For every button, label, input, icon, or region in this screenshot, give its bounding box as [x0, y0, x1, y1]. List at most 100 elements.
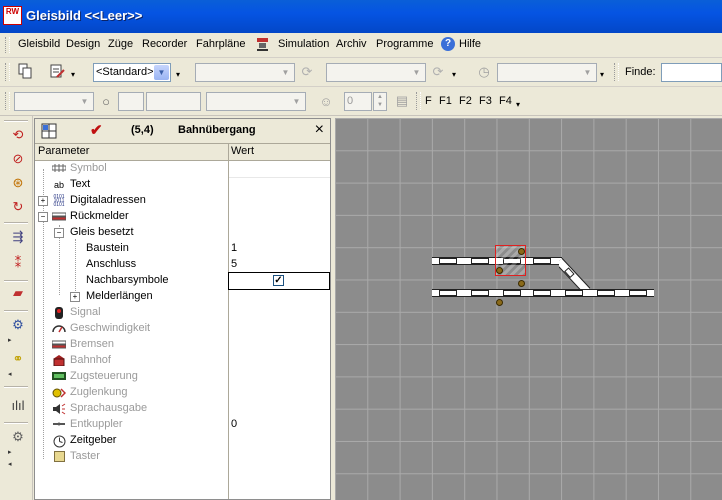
toolbar-grip[interactable] — [5, 63, 10, 81]
copy-icon[interactable] — [16, 62, 34, 80]
tree-row-sprachausgabe[interactable]: Sprachausgabe — [35, 401, 330, 417]
tree-row-text[interactable]: ab Text — [35, 177, 330, 194]
chevron-down-icon[interactable]: ▾ — [452, 70, 456, 79]
chevron-down-icon[interactable]: ▼ — [154, 65, 169, 80]
toolbar-grip[interactable] — [416, 92, 421, 110]
menu-zuege[interactable]: Züge — [108, 38, 133, 50]
chevron-down-icon[interactable]: ▼ — [77, 94, 92, 109]
tree-row-baustein[interactable]: Baustein 1 — [35, 241, 330, 257]
menu-fahrplaene[interactable]: Fahrpläne — [196, 38, 246, 50]
menu-hilfe[interactable]: Hilfe — [459, 38, 481, 50]
combo-2[interactable]: ▼ — [326, 63, 426, 82]
style-combo[interactable]: <Standard> ▼ — [93, 63, 171, 82]
feedback-contact-icon[interactable] — [496, 267, 503, 274]
tree-row-zeitgeber[interactable]: Zeitgeber — [35, 433, 330, 449]
locomotive-icon[interactable]: ⚙ — [9, 316, 27, 334]
tree-row-bahnhof[interactable]: Bahnhof — [35, 353, 330, 369]
feedback-contact-icon[interactable] — [518, 280, 525, 287]
spin-buttons[interactable]: ▲ ▼ — [373, 92, 387, 111]
train-icon[interactable]: ⇶ — [9, 228, 27, 246]
collapse-icon[interactable]: − — [54, 228, 64, 238]
value-cell[interactable] — [229, 257, 330, 273]
contacts-icon[interactable]: ⚭ — [9, 350, 27, 368]
tree-row-anschluss[interactable]: Anschluss 5 — [35, 257, 330, 273]
column-header-parameter[interactable]: Parameter — [38, 145, 89, 157]
menu-gleisbild[interactable]: Gleisbild — [18, 38, 60, 50]
combo-5[interactable]: ▼ — [206, 92, 306, 111]
tree-row-melderlaengen[interactable]: + Melderlängen — [35, 289, 330, 305]
nachbarsymbole-cell[interactable]: ✓ — [228, 272, 330, 290]
chevron-down-icon[interactable]: ▼ — [278, 65, 293, 80]
expand-icon[interactable]: + — [38, 196, 48, 206]
tree-row-bremsen[interactable]: Bremsen — [35, 337, 330, 353]
chevron-left-icon[interactable]: ◂ — [8, 370, 12, 378]
value-cell[interactable] — [229, 241, 330, 257]
find-input[interactable] — [661, 63, 722, 82]
fkey-f1[interactable]: F1 — [439, 95, 452, 107]
redo-icon[interactable]: ⟳ — [429, 63, 447, 81]
chevron-down-icon[interactable]: ▼ — [580, 65, 595, 80]
gear-icon[interactable]: ⚙ — [9, 428, 27, 446]
person-icon[interactable]: ☺ — [317, 92, 335, 110]
eraser-icon[interactable]: ▰ — [9, 284, 27, 302]
chevron-right-icon[interactable]: ▸ — [8, 336, 12, 344]
track-diagram-canvas[interactable] — [335, 118, 722, 500]
tree-row-zuglenkung[interactable]: Zuglenkung — [35, 385, 330, 401]
chevron-down-icon[interactable]: ▾ — [176, 70, 180, 79]
tree-row-digitaladressen[interactable]: + 0101 1011 0101 Digitaladressen — [35, 193, 330, 209]
chevron-left-icon[interactable]: ◂ — [8, 460, 12, 468]
field-2[interactable] — [146, 92, 201, 111]
track-segment-diagonal[interactable] — [555, 257, 593, 295]
collapse-icon[interactable]: − — [38, 212, 48, 222]
fkey-f2[interactable]: F2 — [459, 95, 472, 107]
toolbar-grip[interactable] — [5, 92, 10, 110]
spin-field[interactable]: 0 — [344, 92, 372, 111]
feedback-contact-icon[interactable] — [496, 299, 503, 306]
chevron-right-icon[interactable]: ▸ — [8, 448, 12, 456]
chevron-down-icon[interactable]: ▾ — [71, 70, 75, 79]
fkey-f[interactable]: F — [425, 95, 432, 107]
expand-icon[interactable]: + — [70, 292, 80, 302]
tree-row-taster[interactable]: Taster — [35, 449, 330, 465]
reset-icon[interactable]: ↻ — [9, 198, 27, 216]
tree-row-signal[interactable]: Signal — [35, 305, 330, 321]
grid-icon[interactable] — [41, 123, 57, 139]
combo-4[interactable]: ▼ — [14, 92, 94, 111]
chevron-down-icon[interactable]: ▾ — [600, 70, 604, 79]
menu-simulation[interactable]: Simulation — [278, 38, 329, 50]
toolbar-grip[interactable] — [614, 63, 619, 81]
circle-icon[interactable]: ○ — [97, 92, 115, 110]
no-entry-icon[interactable]: ⊘ — [9, 150, 27, 168]
tree-row-entkuppler[interactable]: Entkuppler 0 — [35, 417, 330, 433]
turnout-icon[interactable]: ⟲ — [9, 126, 27, 144]
menu-recorder[interactable]: Recorder — [142, 38, 187, 50]
signal-toggle-icon[interactable]: ⁑ — [9, 254, 27, 272]
route-lock-icon[interactable]: ⊛ — [9, 174, 27, 192]
combo-1[interactable]: ▼ — [195, 63, 295, 82]
text-value-cell[interactable] — [229, 177, 330, 194]
ruler-icon[interactable]: ▤ — [393, 92, 411, 110]
chart-icon[interactable]: ılıl — [9, 396, 27, 414]
chevron-down-icon[interactable]: ▼ — [289, 94, 304, 109]
menubar-grip[interactable] — [5, 37, 10, 53]
tree-row-zugsteuerung[interactable]: Zugsteuerung — [35, 369, 330, 385]
nachbarsymbole-checkbox[interactable]: ✓ — [273, 275, 284, 286]
tree-row-nachbarsymbole[interactable]: Nachbarsymbole ✓ — [35, 272, 330, 290]
feedback-contact-icon[interactable] — [518, 248, 525, 255]
close-icon[interactable]: × — [315, 121, 324, 139]
tree-row-rueckmelder[interactable]: − Rückmelder — [35, 209, 330, 225]
edit-list-icon[interactable] — [48, 62, 66, 80]
tree-row-geschwindigkeit[interactable]: Geschwindigkeit — [35, 321, 330, 337]
tree-row-gleis-besetzt[interactable]: − Gleis besetzt — [35, 225, 330, 241]
menu-archiv[interactable]: Archiv — [336, 38, 367, 50]
tree-row-symbol[interactable]: Symbol — [35, 161, 330, 177]
menu-programme[interactable]: Programme — [376, 38, 433, 50]
redo-icon[interactable]: ⟳ — [298, 63, 316, 81]
menu-design[interactable]: Design — [66, 38, 100, 50]
combo-3[interactable]: ▼ — [497, 63, 597, 82]
column-header-value[interactable]: Wert — [231, 145, 254, 157]
fkey-f3[interactable]: F3 — [479, 95, 492, 107]
fkey-f4[interactable]: F4 — [499, 95, 512, 107]
check-icon[interactable]: ✔ — [90, 123, 103, 139]
field-1[interactable] — [118, 92, 144, 111]
